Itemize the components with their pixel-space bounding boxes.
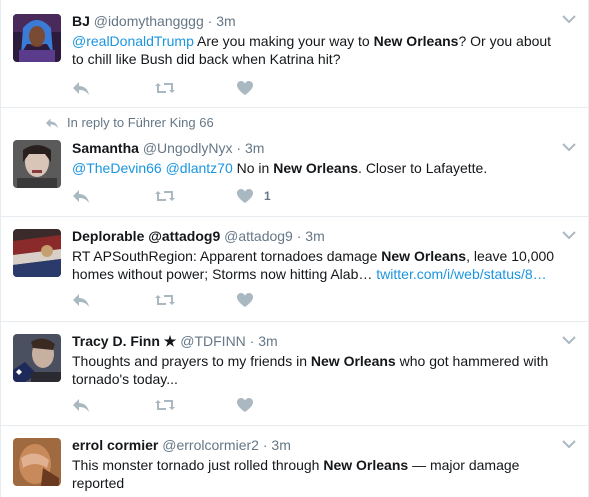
heart-icon <box>237 398 253 412</box>
reply-button[interactable] <box>72 291 154 309</box>
tweet-header: BJ @idomythangggg · 3m <box>72 12 558 30</box>
tweet[interactable]: BJ @idomythangggg · 3m @realDonaldTrump … <box>1 0 588 108</box>
timestamp[interactable]: 3m <box>271 437 290 453</box>
chevron-down-icon[interactable] <box>562 230 576 240</box>
separator: · <box>236 140 242 156</box>
timestamp[interactable]: 3m <box>216 13 235 29</box>
chevron-down-icon[interactable] <box>562 439 576 449</box>
separator: · <box>296 228 302 244</box>
avatar[interactable] <box>13 438 61 486</box>
like-button[interactable] <box>236 396 318 414</box>
tweet[interactable]: Tracy D. Finn ★ @TDFINN · 3m Thoughts an… <box>1 322 588 426</box>
avatar[interactable] <box>13 229 61 277</box>
tweet-text: RT APSouthRegion: Apparent tornadoes dam… <box>72 247 558 283</box>
retweet-icon <box>155 400 175 410</box>
separator: · <box>207 13 213 29</box>
like-button[interactable] <box>236 291 318 309</box>
tweet[interactable]: errol cormier @errolcormier2 · 3m This m… <box>1 426 588 497</box>
reply-icon <box>46 118 58 128</box>
separator: · <box>262 437 268 453</box>
retweet-icon <box>155 83 175 93</box>
highlighted-term: New Orleans <box>310 353 396 369</box>
tweet-actions <box>72 79 318 97</box>
timestamp[interactable]: 3m <box>258 333 277 349</box>
url-link[interactable]: twitter.com/i/web/status/8… <box>376 266 546 282</box>
mention-link[interactable]: @TheDevin66 <box>72 160 162 176</box>
tweet-text: @realDonaldTrump Are you making your way… <box>72 32 558 68</box>
reply-icon <box>73 82 89 95</box>
tweet-actions: 1 <box>72 187 318 205</box>
username[interactable]: @idomythangggg <box>94 13 204 29</box>
username[interactable]: @TDFINN <box>180 333 246 349</box>
tweet-actions <box>72 396 318 414</box>
retweet-icon <box>155 295 175 305</box>
chevron-down-icon[interactable] <box>562 142 576 152</box>
tweet-text: @TheDevin66 @dlantz70 No in New Orleans.… <box>72 159 558 177</box>
retweet-icon <box>155 191 175 201</box>
retweet-button[interactable] <box>154 187 236 205</box>
tweet-header: Tracy D. Finn ★ @TDFINN · 3m <box>72 332 558 350</box>
heart-icon <box>237 189 253 203</box>
mention-link[interactable]: @realDonaldTrump <box>72 33 194 49</box>
tweet-header: errol cormier @errolcormier2 · 3m <box>72 436 558 454</box>
heart-icon <box>237 293 253 307</box>
reply-button[interactable] <box>72 396 154 414</box>
retweet-button[interactable] <box>154 79 236 97</box>
like-button[interactable] <box>236 79 318 97</box>
tweet-text: This monster tornado just rolled through… <box>72 456 558 492</box>
display-name[interactable]: Tracy D. Finn ★ <box>72 333 176 349</box>
username[interactable]: @attadog9 <box>224 228 293 244</box>
highlighted-term: New Orleans <box>323 457 409 473</box>
tweet[interactable]: Deplorable @attadog9 @attadog9 · 3m RT A… <box>1 217 588 322</box>
display-name[interactable]: BJ <box>72 13 90 29</box>
tweet-actions <box>72 291 318 309</box>
chevron-down-icon[interactable] <box>562 335 576 345</box>
display-name[interactable]: errol cormier <box>72 437 158 453</box>
separator: · <box>249 333 255 349</box>
highlighted-term: New Orleans <box>381 248 467 264</box>
reply-icon <box>73 399 89 412</box>
reply-button[interactable] <box>72 187 154 205</box>
text-segment: RT APSouthRegion: Apparent tornadoes dam… <box>72 248 382 264</box>
display-name[interactable]: Samantha <box>72 140 139 156</box>
reply-context[interactable]: In reply to Führer King 66 <box>45 115 214 130</box>
display-name[interactable]: Deplorable @attadog9 <box>72 228 220 244</box>
text-segment: . Closer to Lafayette. <box>358 160 488 176</box>
heart-icon <box>237 81 253 95</box>
mention-link[interactable]: @dlantz70 <box>166 160 233 176</box>
tweet[interactable]: In reply to Führer King 66 Samantha @Ung… <box>1 108 588 217</box>
reply-button[interactable] <box>72 79 154 97</box>
like-button[interactable]: 1 <box>236 187 318 205</box>
tweet-header: Samantha @UngodlyNyx · 3m <box>72 139 558 157</box>
reply-icon <box>73 190 89 203</box>
text-segment: Are you making your way to <box>193 33 374 49</box>
like-count: 1 <box>264 189 271 203</box>
text-segment: No in <box>232 160 274 176</box>
username[interactable]: @UngodlyNyx <box>143 140 233 156</box>
retweet-button[interactable] <box>154 291 236 309</box>
timestamp[interactable]: 3m <box>245 140 264 156</box>
chevron-down-icon[interactable] <box>562 14 576 24</box>
timestamp[interactable]: 3m <box>305 228 324 244</box>
username[interactable]: @errolcormier2 <box>162 437 259 453</box>
retweet-button[interactable] <box>154 396 236 414</box>
highlighted-term: New Orleans <box>273 160 359 176</box>
tweet-header: Deplorable @attadog9 @attadog9 · 3m <box>72 227 558 245</box>
text-segment: This monster tornado just rolled through <box>72 457 324 473</box>
reply-icon <box>73 294 89 307</box>
avatar[interactable] <box>13 140 61 188</box>
highlighted-term: New Orleans <box>373 33 459 49</box>
tweet-text: Thoughts and prayers to my friends in Ne… <box>72 352 558 388</box>
avatar[interactable] <box>13 14 61 62</box>
avatar[interactable] <box>13 334 61 382</box>
text-segment: Thoughts and prayers to my friends in <box>72 353 311 369</box>
reply-context-label: In reply to Führer King 66 <box>67 115 214 130</box>
tweet-feed: BJ @idomythangggg · 3m @realDonaldTrump … <box>0 0 589 497</box>
